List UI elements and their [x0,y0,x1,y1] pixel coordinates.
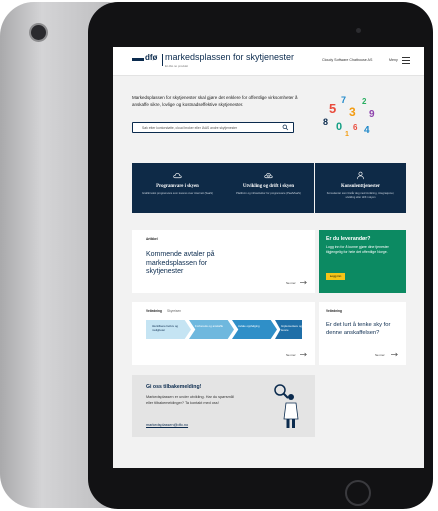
cloud-icon [173,173,182,179]
search-icon[interactable] [282,124,289,131]
guide-step[interactable]: Identifisere behov og muligheter [146,320,191,339]
guide-tag-secondary: Skyreisen [167,309,181,313]
arrow-right-icon[interactable] [391,352,398,357]
home-button[interactable] [345,480,371,506]
category-card-saas[interactable]: Programvare i skyen Grafiki tekst progra… [132,163,223,213]
site-title[interactable]: markedsplassen for skytjenester [165,52,294,62]
front-camera [356,28,361,33]
category-title: Konsulenttjenester [341,184,380,189]
search-input[interactable]: Søk etter kontorstøtte, cloud broker ell… [132,122,294,133]
hamburger-icon[interactable] [402,57,410,64]
category-title: Utvikling og drift i skyen [242,184,295,189]
feedback-desc: Markedsplassen er under utvikling. Har d… [146,395,234,405]
category-card-consulting[interactable]: Konsulenttjenester Konsulenter som bistå… [315,163,406,213]
supplier-card: Er du leverandør? Logg inn for å kunne g… [319,230,406,293]
article-tag: Artikkel [146,237,158,241]
scientist-illustration [274,384,299,428]
consultant-icon [357,171,364,180]
logo-divider [162,54,163,66]
cloud-gear-icon [264,173,273,179]
site-header: dfø markedsplassen for skytjenester Et d… [113,47,424,76]
feedback-email-link[interactable]: markedsplassen@dfo.no [146,423,188,427]
see-more-link[interactable]: Se mer [286,353,296,357]
category-card-paas[interactable]: Utvikling og drift i skyen Plattform og … [223,163,314,213]
arrow-right-icon[interactable] [300,352,307,357]
dfo-logo-mark [132,58,144,61]
numbers-illustration: 5 7 3 2 9 8 0 6 4 1 [323,95,375,138]
see-more-link[interactable]: Se mer [375,353,385,357]
category-desc: Konsulenter som bistår deg med innføring… [326,192,395,199]
article-card[interactable]: Artikkel Kommende avtaler på markedsplas… [132,230,315,293]
category-title: Programvare i skyen [156,184,199,189]
guide-question-tag: Veiledning [326,309,342,313]
guide-step[interactable]: Forberede og anskaffe [189,320,234,339]
supplier-title: Er du leverandør? [326,236,371,242]
arrow-right-icon[interactable] [300,280,307,285]
logo-text[interactable]: dfø [145,53,157,62]
guide-question-card[interactable]: Veiledning Er det lurt å tenke sky for d… [319,302,406,365]
category-desc: Grafiki tekst programvare som leveres ov… [142,192,213,195]
intro-text: Markedsplassen for skytjenester skal gjø… [132,95,298,107]
login-button[interactable]: Logg inn [326,273,345,280]
article-title[interactable]: Kommende avtaler på markedsplassen for s… [146,251,230,277]
category-desc: Plattform og infrastruktur for programva… [236,192,301,195]
guide-step[interactable]: Avtale oppfølging [232,320,277,339]
see-more-link[interactable]: Se mer [286,281,296,285]
menu-label[interactable]: Meny [389,58,398,62]
site-subtitle: Et dfø.no produkt [165,64,189,68]
provider-menu[interactable]: Cloudy Software Chatbouse AS [322,58,372,62]
screen: dfø markedsplassen for skytjenester Et d… [113,47,424,468]
feedback-section: Gi oss tilbakemelding! Markedsplassen er… [132,375,315,437]
feedback-title: Gi oss tilbakemelding! [146,384,202,390]
search-placeholder: Søk etter kontorstøtte, cloud broker ell… [142,126,238,130]
guide-question-title[interactable]: Er det lurt å tenke sky for denne anskaf… [326,322,401,337]
guide-tag: Veiledning [146,309,162,313]
supplier-desc: Logg inn for å kunne gjøre dine tjeneste… [326,245,389,254]
rear-camera [31,25,46,40]
